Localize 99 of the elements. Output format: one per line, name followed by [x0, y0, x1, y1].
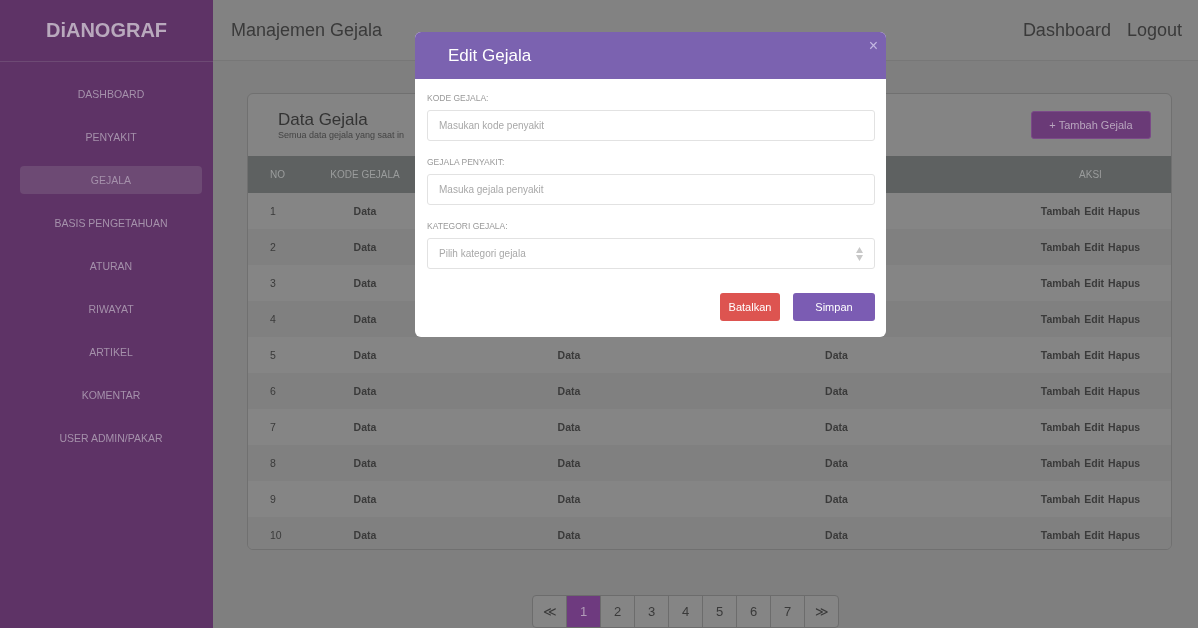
- table-cell-text: 10: [269, 529, 283, 542]
- table-cell: Data: [353, 385, 377, 398]
- action-link[interactable]: Hapus: [1108, 493, 1141, 506]
- action-link[interactable]: Tambah: [1040, 385, 1081, 398]
- select-field[interactable]: Pilih kategori gejala: [427, 238, 875, 269]
- close-button[interactable]: ×: [868, 37, 878, 55]
- page-title: Manajemen Gejala: [231, 19, 383, 41]
- table-cell: Data: [825, 529, 848, 542]
- table-cell: Data: [825, 385, 848, 398]
- next-page-button[interactable]: ≫: [805, 596, 838, 627]
- column-header: KODE GEJALA: [330, 169, 400, 181]
- sort-arrows-icon: [856, 246, 863, 261]
- sidebar-item[interactable]: USER ADMIN/PAKAR: [20, 424, 202, 452]
- table-cell: Data: [557, 421, 581, 434]
- action-link[interactable]: Hapus: [1108, 385, 1141, 398]
- add-button[interactable]: + Tambah Gejala: [1031, 111, 1151, 140]
- field-label: KATEGORI GEJALA:: [427, 221, 509, 231]
- nav-link[interactable]: Logout: [1126, 19, 1182, 41]
- table-cell: Data: [353, 457, 377, 470]
- table-cell: Data: [557, 493, 581, 506]
- action-link[interactable]: Hapus: [1108, 421, 1141, 434]
- app-logo: DiANOGRAF: [45, 19, 168, 42]
- sidebar-item[interactable]: PENYAKIT: [20, 123, 202, 151]
- page-button[interactable]: 2: [601, 596, 635, 627]
- table-cell: Data: [353, 421, 377, 434]
- action-link[interactable]: Tambah: [1040, 529, 1081, 542]
- page-button[interactable]: 5: [703, 596, 737, 627]
- sidebar-item[interactable]: ARTIKEL: [20, 338, 202, 366]
- page-button[interactable]: 1: [567, 596, 601, 627]
- sidebar-item[interactable]: DASHBOARD: [20, 80, 202, 108]
- save-button[interactable]: Simpan: [793, 293, 875, 321]
- field-label: GEJALA PENYAKIT:: [427, 157, 506, 167]
- action-link[interactable]: Tambah: [1040, 421, 1081, 434]
- sidebar-item[interactable]: RIWAYAT: [20, 295, 202, 323]
- action-link[interactable]: Edit: [1084, 457, 1105, 470]
- table-cell: Data: [353, 313, 377, 326]
- table-cell: Data: [353, 241, 377, 254]
- table-cell: Data: [557, 349, 581, 362]
- page-button[interactable]: 3: [635, 596, 669, 627]
- action-link[interactable]: Tambah: [1040, 493, 1081, 506]
- table-cell: Data: [353, 205, 377, 218]
- table-cell: Data: [353, 277, 377, 290]
- table-cell: Data: [825, 349, 848, 362]
- table-cell: Data: [825, 457, 848, 470]
- column-header: NO: [269, 169, 286, 181]
- column-header: AKSI: [1078, 169, 1102, 181]
- action-link[interactable]: Edit: [1084, 277, 1105, 290]
- action-link[interactable]: Tambah: [1040, 313, 1081, 326]
- sidebar-item[interactable]: ATURAN: [20, 252, 202, 280]
- field-label: KODE GEJALA:: [427, 93, 490, 103]
- table-cell-text: 6: [269, 385, 277, 398]
- page-button[interactable]: 6: [737, 596, 771, 627]
- table-cell: Data: [825, 421, 848, 434]
- action-link[interactable]: Edit: [1084, 313, 1105, 326]
- table-cell-text: 9: [269, 493, 277, 506]
- action-link[interactable]: Hapus: [1108, 277, 1141, 290]
- action-link[interactable]: Tambah: [1040, 349, 1081, 362]
- action-link[interactable]: Edit: [1084, 421, 1105, 434]
- table-cell: Data: [825, 493, 848, 506]
- action-link[interactable]: Hapus: [1108, 205, 1141, 218]
- action-link[interactable]: Edit: [1084, 385, 1105, 398]
- action-link[interactable]: Tambah: [1040, 241, 1081, 254]
- table-cell: Data: [353, 529, 377, 542]
- input-field[interactable]: Masuka gejala penyakit: [427, 174, 875, 205]
- table-cell-text: 5: [269, 349, 277, 362]
- action-link[interactable]: Edit: [1084, 205, 1105, 218]
- cancel-button[interactable]: Batalkan: [720, 293, 780, 321]
- table-cell: Data: [557, 457, 581, 470]
- table-cell: Data: [353, 493, 377, 506]
- table-cell: Data: [557, 385, 581, 398]
- action-link[interactable]: Edit: [1084, 493, 1105, 506]
- card-title: Data Gejala: [278, 110, 369, 131]
- action-link[interactable]: Edit: [1084, 529, 1105, 542]
- action-link[interactable]: Tambah: [1040, 277, 1081, 290]
- action-link[interactable]: Hapus: [1108, 349, 1141, 362]
- input-field[interactable]: Masukan kode penyakit: [427, 110, 875, 141]
- sidebar-item[interactable]: BASIS PENGETAHUAN: [20, 209, 202, 237]
- table-cell-text: 4: [269, 313, 277, 326]
- action-link[interactable]: Edit: [1084, 349, 1105, 362]
- page-button[interactable]: 7: [771, 596, 805, 627]
- table-cell-text: 2: [269, 241, 277, 254]
- nav-link[interactable]: Dashboard: [1022, 19, 1111, 41]
- action-link[interactable]: Hapus: [1108, 529, 1141, 542]
- dialog-title: Edit Gejala: [448, 45, 532, 66]
- sidebar-item[interactable]: GEJALA: [20, 166, 202, 194]
- action-link[interactable]: Edit: [1084, 241, 1105, 254]
- table-cell-text: 8: [269, 457, 277, 470]
- action-link[interactable]: Tambah: [1040, 205, 1081, 218]
- action-link[interactable]: Hapus: [1108, 457, 1141, 470]
- table-cell-text: 3: [269, 277, 277, 290]
- action-link[interactable]: Hapus: [1108, 313, 1141, 326]
- sidebar-item[interactable]: KOMENTAR: [20, 381, 202, 409]
- table-cell: Data: [557, 529, 581, 542]
- table-cell-text: 1: [269, 205, 277, 218]
- page-button[interactable]: 4: [669, 596, 703, 627]
- action-link[interactable]: Hapus: [1108, 241, 1141, 254]
- table-cell-text: 7: [269, 421, 277, 434]
- action-link[interactable]: Tambah: [1040, 457, 1081, 470]
- table-cell: Data: [353, 349, 377, 362]
